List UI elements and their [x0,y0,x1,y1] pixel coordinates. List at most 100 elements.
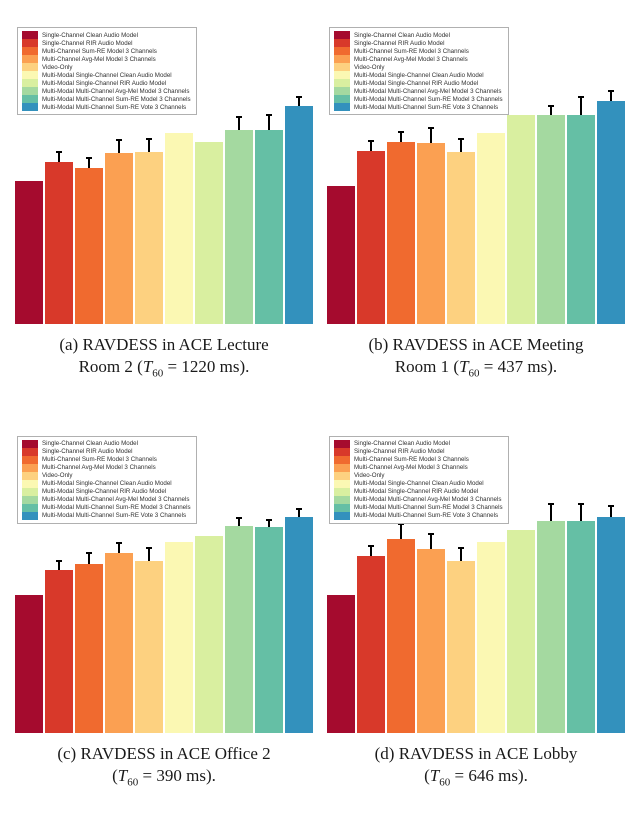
bar-slot [284,30,314,324]
legend-swatch [334,71,350,79]
subplot-letter: (c) [57,744,76,763]
bar [105,553,133,732]
legend-row: Multi-Modal Single-Channel RIR Audio Mod… [22,79,191,87]
legend-row: Video-Only [22,63,191,71]
bar [447,152,475,324]
legend-row: Single-Channel RIR Audio Model [22,39,191,47]
t60-symbol: T [430,766,439,785]
legend-label: Single-Channel Clean Audio Model [354,440,450,447]
legend-row: Multi-Modal Multi-Channel Avg-Mel Model … [334,87,503,95]
legend-swatch [334,504,350,512]
legend-label: Video-Only [354,64,385,71]
legend-swatch [22,472,38,480]
bar-slot [566,439,596,733]
legend-row: Multi-Modal Multi-Channel Sum-RE Model 3… [334,504,503,512]
bar [567,521,595,733]
t60-symbol: T [118,766,127,785]
legend-swatch [22,464,38,472]
bar [567,115,595,324]
legend-row: Multi-Channel Sum-RE Model 3 Channels [22,456,191,464]
legend-swatch [334,55,350,63]
legend-swatch [334,79,350,87]
t60-subscript: 60 [152,367,163,379]
subplot-letter: (a) [59,335,78,354]
bar [195,536,223,733]
t60-subscript: 60 [439,776,450,788]
legend-label: Multi-Channel Avg-Mel Model 3 Channels [354,56,468,63]
bar [537,115,565,324]
legend-swatch [334,472,350,480]
legend-swatch [334,63,350,71]
legend-label: Single-Channel Clean Audio Model [354,32,450,39]
bar-slot [596,30,626,324]
legend-swatch [334,103,350,111]
legend-swatch [22,71,38,79]
bar [225,526,253,733]
bar [15,181,43,324]
bar [255,527,283,733]
legend-swatch [22,55,38,63]
legend-swatch [334,496,350,504]
legend-swatch [334,440,350,448]
bar [477,133,505,324]
legend-label: Single-Channel RIR Audio Model [354,40,444,47]
caption-prefix: Room 2 ( [79,357,143,376]
bar [255,130,283,324]
bar-slot [284,439,314,733]
legend-row: Multi-Channel Sum-RE Model 3 Channels [22,47,191,55]
legend-row: Multi-Modal Multi-Channel Sum-RE Vote 3 … [334,103,503,111]
subplot-caption: (a) RAVDESS in ACE LectureRoom 2 (T60 = … [59,334,268,381]
bar-slot [536,30,566,324]
legend: Single-Channel Clean Audio ModelSingle-C… [17,436,197,524]
legend-swatch [334,512,350,520]
caption-line-1: RAVDESS in ACE Meeting [388,335,583,354]
legend-label: Multi-Modal Multi-Channel Sum-RE Model 3… [42,96,191,103]
bar [327,595,355,733]
bar [285,106,313,324]
legend-row: Multi-Modal Multi-Channel Avg-Mel Model … [22,87,191,95]
legend-row: Single-Channel Clean Audio Model [22,440,191,448]
legend-swatch [22,456,38,464]
legend-swatch [22,103,38,111]
legend-swatch [22,39,38,47]
legend-swatch [334,456,350,464]
caption-prefix: Room 1 ( [395,357,459,376]
legend-label: Multi-Channel Sum-RE Model 3 Channels [42,456,157,463]
legend-row: Video-Only [334,63,503,71]
legend-label: Multi-Channel Sum-RE Model 3 Channels [354,456,469,463]
bar [135,561,163,733]
bar [597,101,625,324]
legend-row: Multi-Modal Multi-Channel Sum-RE Model 3… [22,504,191,512]
t60-symbol: T [459,357,468,376]
legend-label: Multi-Modal Multi-Channel Avg-Mel Model … [354,88,501,95]
legend-row: Single-Channel Clean Audio Model [334,440,503,448]
caption-line-1: RAVDESS in ACE Lobby [394,744,577,763]
legend: Single-Channel Clean Audio ModelSingle-C… [329,436,509,524]
bar [477,542,505,733]
legend-label: Multi-Modal Single-Channel Clean Audio M… [42,480,172,487]
legend-row: Multi-Modal Multi-Channel Sum-RE Vote 3 … [22,103,191,111]
chart-cell-b: Single-Channel Clean Audio ModelSingle-C… [324,24,628,381]
legend-swatch [334,488,350,496]
legend-row: Single-Channel RIR Audio Model [334,448,503,456]
bar-slot [506,439,536,733]
legend-swatch [334,464,350,472]
legend-label: Single-Channel Clean Audio Model [42,32,138,39]
legend-row: Multi-Modal Single-Channel RIR Audio Mod… [334,488,503,496]
bar-slot [506,30,536,324]
bar [165,133,193,324]
legend-label: Multi-Modal Multi-Channel Sum-RE Vote 3 … [42,512,186,519]
legend-label: Multi-Modal Single-Channel Clean Audio M… [42,72,172,79]
subplot-caption: (d) RAVDESS in ACE Lobby(T60 = 646 ms). [375,743,578,790]
legend-row: Multi-Channel Avg-Mel Model 3 Channels [22,464,191,472]
legend-label: Multi-Modal Multi-Channel Sum-RE Model 3… [354,504,503,511]
legend-row: Multi-Modal Single-Channel Clean Audio M… [22,71,191,79]
legend-label: Video-Only [42,472,73,479]
legend-label: Multi-Modal Single-Channel Clean Audio M… [354,72,484,79]
legend-row: Multi-Modal Multi-Channel Avg-Mel Model … [334,496,503,504]
legend-swatch [22,95,38,103]
chart-cell-d: Single-Channel Clean Audio ModelSingle-C… [324,433,628,790]
chart: Single-Channel Clean Audio ModelSingle-C… [14,433,314,733]
legend-swatch [22,496,38,504]
bar [597,517,625,733]
